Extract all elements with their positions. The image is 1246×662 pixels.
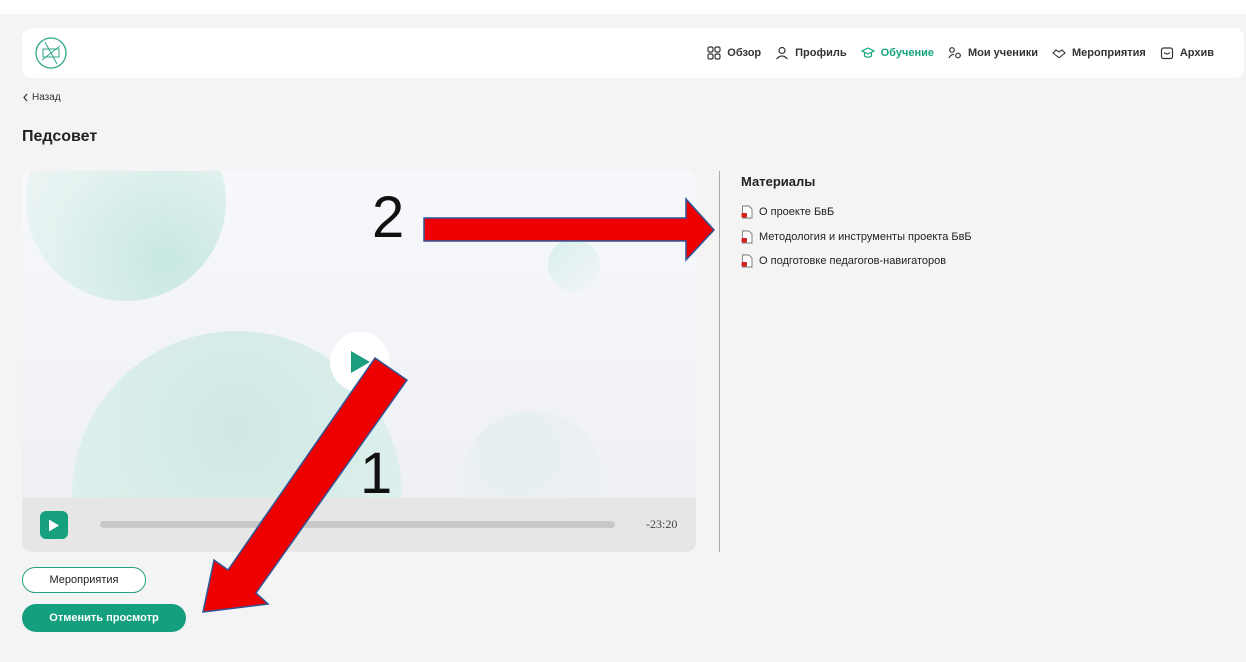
nav-item-label: Обзор xyxy=(727,47,762,59)
nav-item-students[interactable]: Мои ученики xyxy=(948,46,1038,60)
material-label: О проекте БвБ xyxy=(759,206,835,219)
nav-item-archive[interactable]: Архив xyxy=(1160,46,1214,60)
events-button[interactable]: Мероприятия xyxy=(22,567,146,593)
nav-item-label: Профиль xyxy=(795,47,847,59)
pdf-file-icon xyxy=(741,230,753,244)
big-play-button[interactable] xyxy=(330,332,390,392)
back-link[interactable]: Назад xyxy=(22,92,61,103)
materials-list: О проекте БвБ Методология и инструменты … xyxy=(741,200,972,274)
chevron-left-icon xyxy=(23,93,28,102)
video-player[interactable] xyxy=(22,171,696,498)
annotation-number-2: 2 xyxy=(372,185,405,250)
page-title: Педсовет xyxy=(22,128,98,145)
students-icon xyxy=(948,47,961,59)
material-label: Методология и инструменты проекта БвБ xyxy=(759,230,972,243)
archive-icon xyxy=(1160,47,1173,60)
back-label: Назад xyxy=(32,92,61,103)
nav-item-label: Обучение xyxy=(880,47,934,59)
play-icon xyxy=(351,351,370,373)
nav-item-profile[interactable]: Профиль xyxy=(775,46,847,60)
material-item[interactable]: О подготовке педагогов-навигаторов xyxy=(741,249,972,274)
play-button[interactable] xyxy=(40,511,68,539)
handshake-icon xyxy=(1052,49,1066,59)
nav-item-overview[interactable]: Обзор xyxy=(707,46,761,60)
nav-item-label: Мои ученики xyxy=(967,47,1038,59)
progress-bar[interactable] xyxy=(100,521,615,528)
annotation-number-1: 1 xyxy=(360,441,393,506)
top-header: Обзор Профиль Обучение Мои ученики Мероп… xyxy=(22,28,1244,78)
pdf-file-icon xyxy=(741,205,753,219)
play-icon xyxy=(49,519,59,531)
logo[interactable] xyxy=(34,36,68,70)
cancel-view-button[interactable]: Отменить просмотр xyxy=(22,604,186,632)
user-icon xyxy=(776,46,789,60)
nav-item-learning[interactable]: Обучение xyxy=(860,46,934,60)
grid-icon xyxy=(707,46,721,60)
graduation-cap-icon xyxy=(860,47,875,58)
divider xyxy=(719,171,720,552)
material-item[interactable]: Методология и инструменты проекта БвБ xyxy=(741,225,972,250)
decor-circle xyxy=(26,171,226,301)
nav-item-label: Мероприятия xyxy=(1071,47,1146,59)
materials-title: Материалы xyxy=(741,174,816,189)
pdf-file-icon xyxy=(741,254,753,268)
material-item[interactable]: О проекте БвБ xyxy=(741,200,972,225)
material-label: О подготовке педагогов-навигаторов xyxy=(759,255,947,268)
player-controls: -23:20 xyxy=(22,498,696,552)
main-nav: Обзор Профиль Обучение Мои ученики Мероп… xyxy=(707,28,1214,78)
decor-circle xyxy=(462,411,602,498)
nav-item-events[interactable]: Мероприятия xyxy=(1052,46,1146,60)
time-remaining: -23:20 xyxy=(646,517,678,531)
logo-emblem-icon xyxy=(35,37,67,69)
nav-item-label: Архив xyxy=(1179,47,1214,59)
decor-circle xyxy=(548,239,600,291)
